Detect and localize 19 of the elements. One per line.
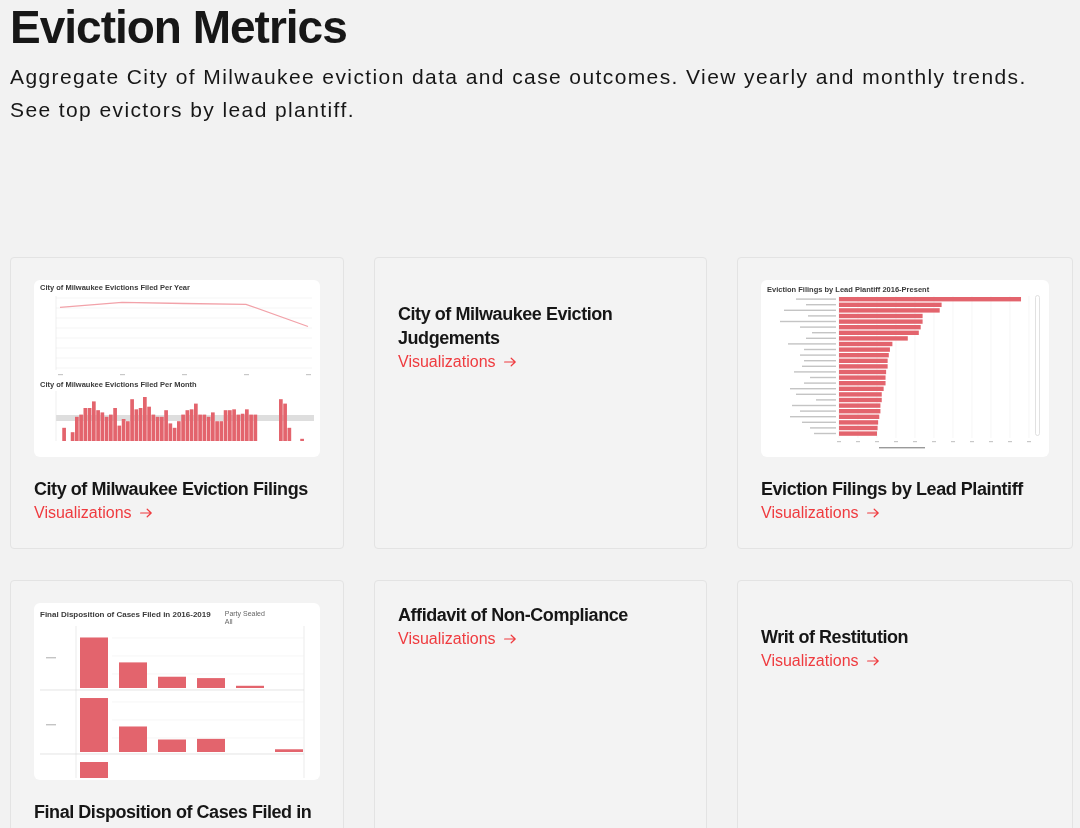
card-title: City of Milwaukee Eviction Judgements	[398, 303, 614, 350]
card-title: Writ of Restitution	[761, 626, 910, 649]
arrow-right-icon	[866, 655, 879, 666]
visualizations-link[interactable]: Visualizations	[761, 501, 879, 524]
arrow-right-icon	[503, 356, 516, 367]
card-title: Eviction Filings by Lead Plaintiff	[761, 478, 1025, 501]
card-title: City of Milwaukee Eviction Filings	[34, 478, 309, 501]
visualizations-link[interactable]: Visualizations	[34, 501, 152, 524]
visualizations-link[interactable]: Visualizations	[398, 350, 516, 373]
page-title: Eviction Metrics	[10, 4, 348, 50]
card-title: Final Disposition of Cases Filed in	[34, 801, 313, 824]
page-description: Aggregate City of Milwaukee eviction data and case outcomes. View yearly and monthly trends. See top evictors by lead plantiff.	[10, 64, 1028, 123]
arrow-right-icon	[866, 507, 879, 518]
arrow-right-icon	[503, 633, 516, 644]
chart-title: Final Disposition of Cases Filed in 2016-2019	[40, 610, 211, 620]
card-title: Affidavit of Non-Compliance	[398, 604, 629, 627]
visualizations-link[interactable]: Visualizations	[398, 627, 516, 650]
arrow-right-icon	[139, 507, 152, 518]
visualizations-link[interactable]: Visualizations	[761, 649, 879, 672]
